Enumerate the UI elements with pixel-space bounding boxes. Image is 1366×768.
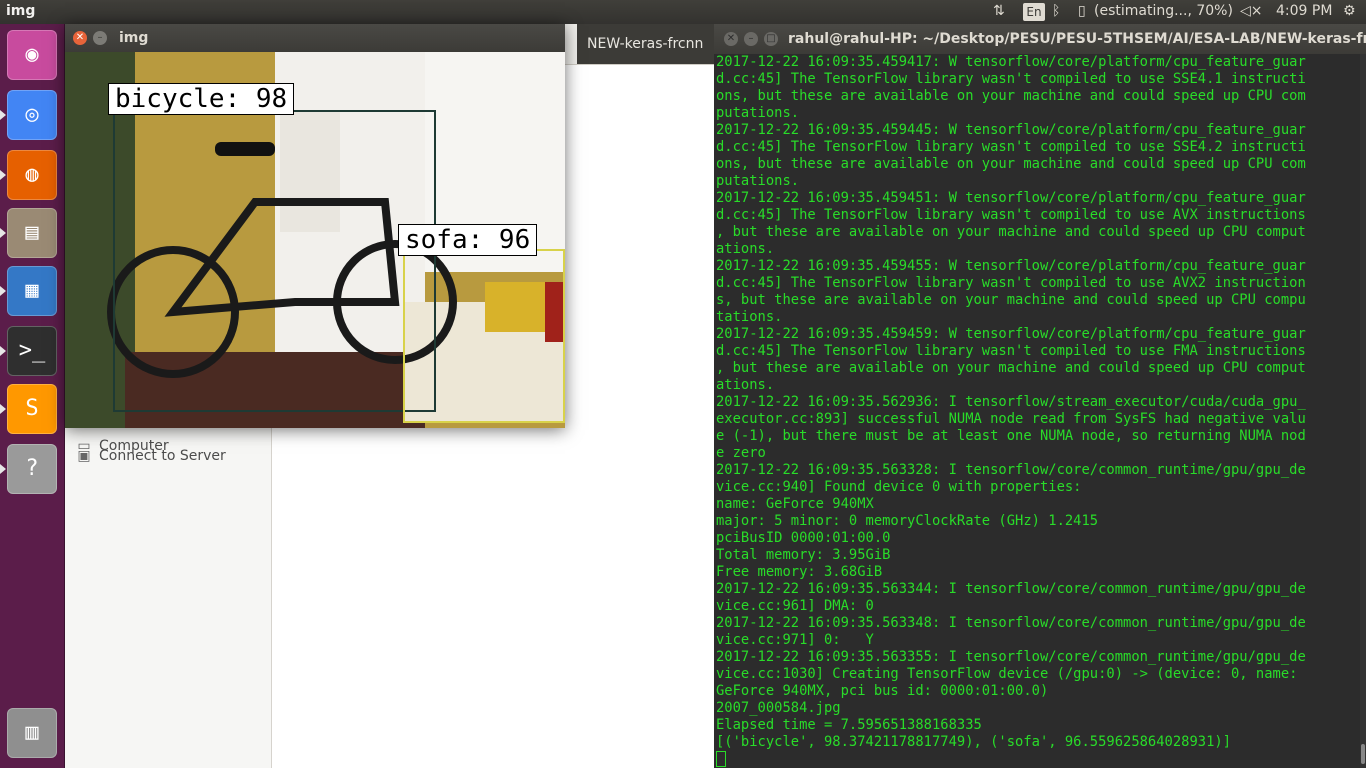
img-titlebar[interactable]: ✕ – img [65,24,565,52]
terminal-line: 2017-12-22 16:09:35.563348: I tensorflow… [716,615,1306,631]
terminal-line: 2017-12-22 16:09:35.563328: I tensorflow… [716,462,1306,478]
sofa-bounding-box [403,249,565,423]
terminal-line: d.cc:45] The TensorFlow library wasn't c… [716,343,1306,359]
launcher: ◉ ◎ ◍ ▤ ▦ >_ S? ▥ [0,24,65,768]
volume-icon[interactable]: ◁× [1240,3,1263,19]
battery-icon[interactable]: ▯ [1078,3,1086,19]
terminal-line: 2017-12-22 16:09:35.562936: I tensorflow… [716,394,1306,410]
server-icon: ▣ [77,448,91,464]
terminal-line: ons, but these are available on your mac… [716,156,1306,172]
terminal-line: 2017-12-22 16:09:35.459417: W tensorflow… [716,54,1306,70]
terminal-line: ons, but these are available on your mac… [716,88,1306,104]
running-indicator [0,228,6,238]
terminal-line: , but these are available on your machin… [716,360,1306,376]
terminal-line: GeForce 940MX, pci bus id: 0000:01:00.0) [716,683,1049,699]
terminal-line: 2017-12-22 16:09:35.459451: W tensorflow… [716,190,1306,206]
sidebar-item-connect-server[interactable]: ▣ Connect to Server [77,448,226,464]
terminal-line: d.cc:45] The TensorFlow library wasn't c… [716,71,1306,87]
terminal-title: rahul@rahul-HP: ~/Desktop/PESU/PESU-5THS… [788,31,1366,47]
sidebar-item-label: Connect to Server [99,448,226,464]
chrome-icon[interactable]: ◎ [7,90,57,140]
terminal-line: e zero [716,445,766,461]
active-app-title: img [6,3,36,19]
running-indicator [0,286,6,296]
terminal-line: Elapsed time = 7.595651388168335 [716,717,982,733]
files-icon[interactable]: ▤ [7,208,57,258]
close-icon[interactable]: ✕ [73,31,87,45]
detection-image: bicycle: 98 sofa: 96 [65,52,565,428]
terminal-scrollbar[interactable] [1360,54,1366,768]
bicycle-bounding-box [113,110,436,412]
img-window[interactable]: ✕ – img bicycle: 98 sofa: 96 [65,24,565,428]
bluetooth-icon[interactable]: ᛒ [1052,3,1060,19]
terminal-line: d.cc:45] The TensorFlow library wasn't c… [716,139,1306,155]
img-window-title: img [119,30,149,46]
libreoffice-writer-icon[interactable]: ▦ [7,266,57,316]
running-indicator [0,404,6,414]
tab-new-keras-frcnn[interactable]: NEW-keras-frcnn [577,24,715,64]
terminal-icon[interactable]: >_ [7,326,57,376]
terminal-line: Total memory: 3.95GiB [716,547,891,563]
terminal-line: d.cc:45] The TensorFlow library wasn't c… [716,275,1306,291]
top-panel: img ⇅ En ᛒ ▯ (estimating..., 70%) ◁× 4:0… [0,0,1366,24]
terminal-line: d.cc:45] The TensorFlow library wasn't c… [716,207,1306,223]
terminal-line: 2017-12-22 16:09:35.459459: W tensorflow… [716,326,1306,342]
terminal-line: major: 5 minor: 0 memoryClockRate (GHz) … [716,513,1099,529]
terminal-line: putations. [716,173,800,189]
battery-status[interactable]: (estimating..., 70%) [1094,3,1233,19]
close-icon[interactable]: ✕ [724,32,738,46]
clock[interactable]: 4:09 PM [1276,3,1332,19]
bicycle-detection-label: bicycle: 98 [108,83,295,115]
terminal-line: executor.cc:893] successful NUMA node re… [716,411,1306,427]
terminal-line: Free memory: 3.68GiB [716,564,883,580]
terminal-line: vice.cc:1030] Creating TensorFlow device… [716,666,1298,682]
terminal-line: e (-1), but there must be at least one N… [716,428,1306,444]
terminal-line: vice.cc:971] 0: Y [716,632,874,648]
gear-icon[interactable]: ⚙ [1343,3,1356,19]
terminal-line: ations. [716,241,775,257]
ubuntu-dash-icon[interactable]: ◉ [7,30,57,80]
terminal-line: ations. [716,377,775,393]
running-indicator [0,346,6,356]
terminal-output[interactable]: 2017-12-22 16:09:35.459417: W tensorflow… [716,54,1356,768]
terminal-titlebar[interactable]: ✕ – □ rahul@rahul-HP: ~/Desktop/PESU/PES… [714,24,1366,54]
terminal-line: 2017-12-22 16:09:35.459445: W tensorflow… [716,122,1306,138]
terminal-line: tations. [716,309,783,325]
firefox-icon[interactable]: ◍ [7,150,57,200]
minimize-icon[interactable]: – [744,32,758,46]
terminal-line: name: GeForce 940MX [716,496,874,512]
terminal-line: 2017-12-22 16:09:35.563355: I tensorflow… [716,649,1306,665]
running-indicator [0,110,6,120]
terminal-line: vice.cc:940] Found device 0 with propert… [716,479,1082,495]
sofa-detection-label: sofa: 96 [398,224,538,256]
running-indicator [0,170,6,180]
terminal-line: pciBusID 0000:01:00.0 [716,530,891,546]
terminal-cursor [716,751,726,767]
terminal-line: s, but these are available on your machi… [716,292,1306,308]
keyboard-layout-indicator[interactable]: En [1023,3,1045,21]
terminal-line: vice.cc:961] DMA: 0 [716,598,874,614]
running-indicator [0,464,6,474]
help-icon[interactable]: ? [7,444,57,494]
minimize-icon[interactable]: – [93,31,107,45]
terminal-line: 2007_000584.jpg [716,700,841,716]
terminal-window[interactable]: ✕ – □ rahul@rahul-HP: ~/Desktop/PESU/PES… [714,24,1366,768]
terminal-line: putations. [716,105,800,121]
terminal-line: [('bicycle', 98.37421178817749), ('sofa'… [716,734,1231,750]
terminal-line: , but these are available on your machin… [716,224,1306,240]
terminal-line: 2017-12-22 16:09:35.459455: W tensorflow… [716,258,1306,274]
maximize-icon[interactable]: □ [764,32,778,46]
trash-icon[interactable]: ▥ [7,708,57,758]
network-icon[interactable]: ⇅ [993,3,1005,19]
terminal-line: 2017-12-22 16:09:35.563344: I tensorflow… [716,581,1306,597]
sublime-text-icon[interactable]: S [7,384,57,434]
